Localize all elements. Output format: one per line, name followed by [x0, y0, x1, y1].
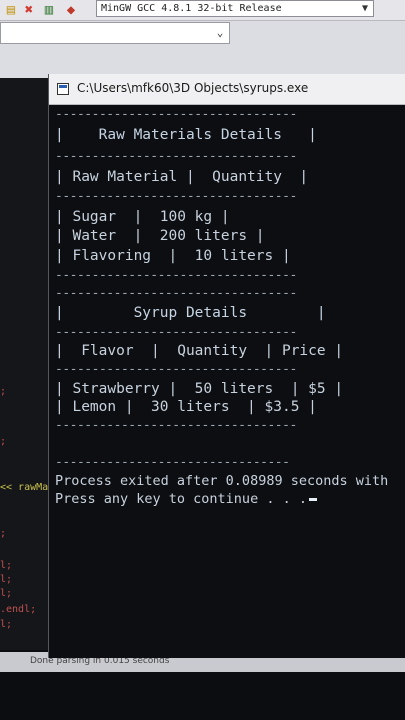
- code-fragment: l;: [0, 619, 13, 630]
- code-fragment: l;: [0, 560, 13, 571]
- continue-prompt: Press any key to continue . . .: [55, 490, 317, 508]
- console-window[interactable]: C:\Users\mfk60\3D Objects\syrups.exe ---…: [48, 74, 405, 658]
- ide-toolbar-area: ▤ ✖ ▥ ◆ MinGW GCC 4.8.1 32-bit Release ▼…: [0, 0, 405, 78]
- chevron-down-icon[interactable]: ⌄: [212, 24, 228, 42]
- divider-line: ---------------------------------: [55, 362, 297, 377]
- code-fragment: .endl;: [0, 604, 37, 615]
- console-app-icon: [57, 83, 69, 95]
- table-row: | Strawberry | 50 liters | $5 |: [55, 381, 344, 397]
- syrup-details-heading: | Syrup Details |: [55, 305, 326, 321]
- code-fragment: l;: [0, 588, 13, 599]
- divider-line: ---------------------------------: [55, 149, 297, 164]
- scope-select[interactable]: [0, 22, 230, 44]
- divider-line: --------------------------------: [55, 455, 290, 470]
- chart-icon[interactable]: ▥: [40, 1, 58, 19]
- chevron-down-icon[interactable]: ▼: [356, 0, 374, 17]
- divider-line: ---------------------------------: [55, 189, 297, 204]
- divider-line: ---------------------------------: [55, 268, 297, 283]
- divider-line: ---------------------------------: [55, 418, 297, 433]
- code-fragment: << rawMat: [0, 482, 55, 493]
- console-output: --------------------------------- | Raw …: [49, 104, 405, 658]
- process-exit-message: Process exited after 0.08989 seconds wit…: [55, 473, 389, 489]
- code-fragment: l;: [0, 574, 13, 585]
- ide-toolbar: ▤ ✖ ▥ ◆ MinGW GCC 4.8.1 32-bit Release ▼: [0, 0, 405, 21]
- table-row: | Water | 200 liters |: [55, 228, 265, 244]
- code-fragment: ;: [0, 436, 7, 447]
- text-cursor: [308, 497, 317, 501]
- code-fragment: ;: [0, 528, 7, 539]
- debug-icon[interactable]: ◆: [62, 1, 80, 19]
- table-row: | Sugar | 100 kg |: [55, 209, 230, 225]
- divider-line: ---------------------------------: [55, 325, 297, 340]
- divider-line: ---------------------------------: [55, 286, 297, 301]
- table-row: | Lemon | 30 liters | $3.5 |: [55, 399, 317, 415]
- syrup-header-row: | Flavor | Quantity | Price |: [55, 343, 344, 359]
- code-fragment: ;: [0, 386, 7, 397]
- new-file-icon[interactable]: ▤: [2, 1, 20, 19]
- window-title: C:\Users\mfk60\3D Objects\syrups.exe: [77, 81, 309, 95]
- raw-materials-header-row: | Raw Material | Quantity |: [55, 169, 309, 185]
- stop-icon[interactable]: ✖: [20, 1, 38, 19]
- raw-materials-heading: | Raw Materials Details |: [55, 127, 317, 143]
- divider-line: ---------------------------------: [55, 107, 297, 122]
- console-titlebar[interactable]: C:\Users\mfk60\3D Objects\syrups.exe: [49, 74, 405, 105]
- table-row: | Flavoring | 10 liters |: [55, 248, 291, 264]
- continue-prompt-text: Press any key to continue . . .: [55, 491, 307, 507]
- compiler-select[interactable]: MinGW GCC 4.8.1 32-bit Release: [96, 0, 374, 17]
